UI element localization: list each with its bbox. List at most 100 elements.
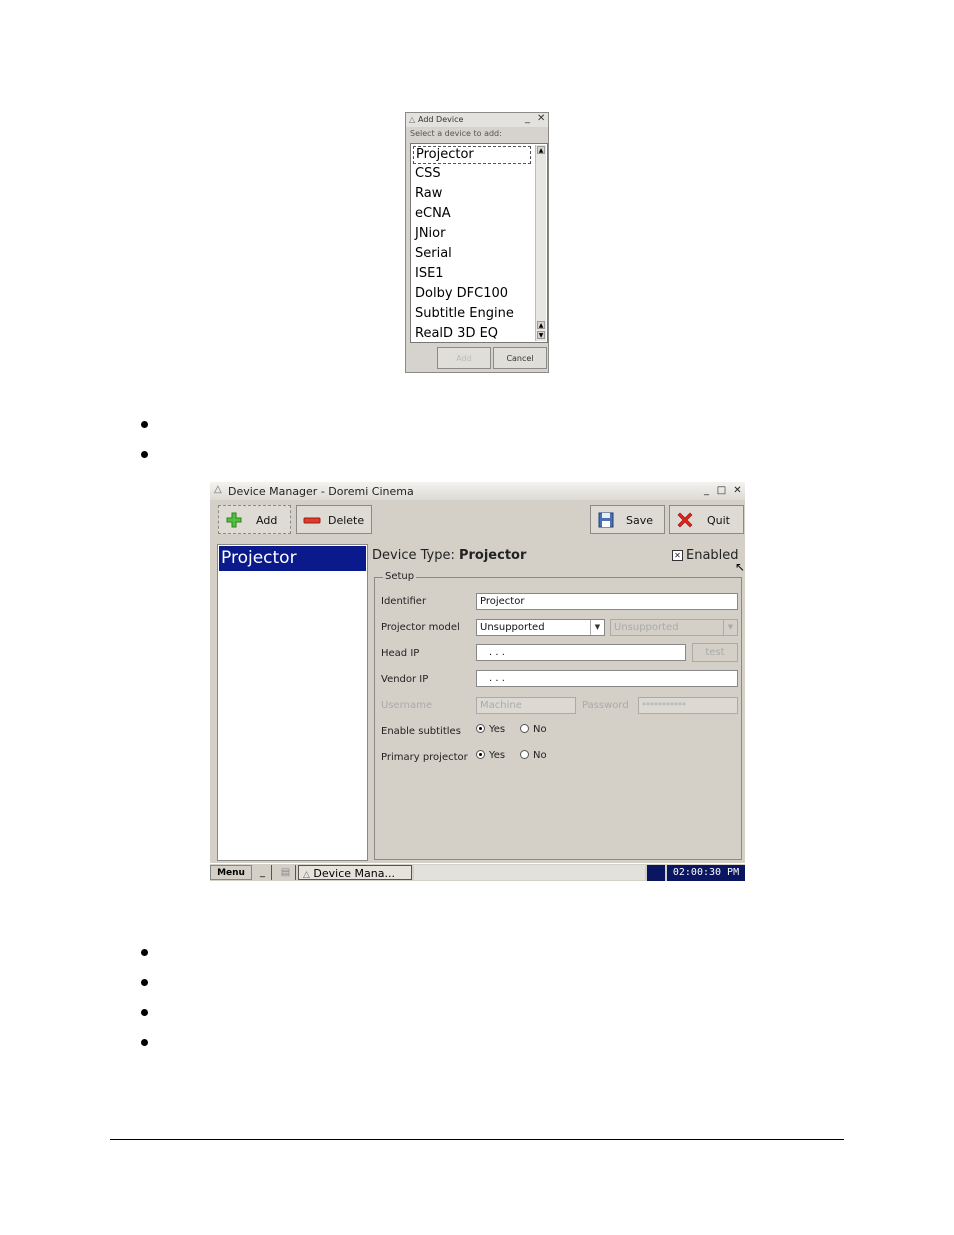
radio-unselected-icon bbox=[520, 724, 529, 733]
bullet bbox=[141, 451, 148, 458]
password-input[interactable]: *********** bbox=[638, 697, 738, 714]
projector-submodel-value: Unsupported bbox=[614, 622, 679, 633]
minus-icon bbox=[303, 517, 321, 524]
quit-button[interactable]: Quit bbox=[669, 505, 744, 534]
taskbar-item-label: Device Mana... bbox=[313, 867, 395, 880]
cancel-button[interactable]: Cancel bbox=[493, 347, 547, 369]
checkbox-checked-icon: ✕ bbox=[672, 550, 683, 561]
vendor-ip-input[interactable]: . . . bbox=[476, 670, 738, 687]
identifier-input[interactable]: Projector bbox=[476, 593, 738, 610]
bullet bbox=[141, 949, 148, 956]
head-ip-label: Head IP bbox=[381, 648, 420, 659]
add-button[interactable]: Add bbox=[437, 347, 491, 369]
primary-projector-label: Primary projector bbox=[381, 752, 468, 763]
yes-label: Yes bbox=[489, 750, 506, 761]
no-label: No bbox=[533, 724, 547, 735]
chevron-down-icon: ▼ bbox=[590, 620, 604, 635]
chevron-down-icon: ▼ bbox=[723, 620, 737, 635]
enabled-checkbox[interactable]: ✕ Enabled bbox=[672, 548, 739, 563]
device-details-panel: Device Type: Projector ✕ Enabled ↖ Setup … bbox=[372, 544, 746, 861]
mouse-cursor-icon: ↖ bbox=[735, 560, 746, 574]
radio-selected-icon bbox=[476, 750, 485, 759]
add-device-dialog: △ Add Device _ ✕ Select a device to add:… bbox=[405, 112, 549, 373]
yes-label: Yes bbox=[489, 724, 506, 735]
add-device-title: Add Device bbox=[418, 115, 464, 124]
list-item-subtitle-engine[interactable]: Subtitle Engine bbox=[415, 306, 514, 322]
app-icon: △ bbox=[214, 484, 222, 495]
list-item-ecna[interactable]: eCNA bbox=[415, 206, 451, 222]
close-icon[interactable]: ✕ bbox=[732, 485, 743, 496]
save-button-label: Save bbox=[626, 514, 654, 527]
radio-selected-icon bbox=[476, 724, 485, 733]
identifier-label: Identifier bbox=[381, 596, 427, 607]
device-manager-window: △ Device Manager - Doremi Cinema _ □ ✕ A… bbox=[210, 482, 746, 881]
head-ip-input[interactable]: . . . bbox=[476, 644, 686, 661]
enabled-label: Enabled bbox=[686, 548, 739, 563]
add-button[interactable]: Add bbox=[218, 505, 291, 534]
bullet bbox=[141, 979, 148, 986]
vendor-ip-label: Vendor IP bbox=[381, 674, 429, 685]
enable-subtitles-yes-radio[interactable]: Yes bbox=[476, 724, 505, 735]
taskbar: Menu _ ▤ △ Device Mana... 02:00:30 PM bbox=[210, 863, 745, 881]
projector-model-select[interactable]: Unsupported ▼ bbox=[476, 619, 605, 636]
username-input[interactable]: Machine bbox=[476, 697, 576, 714]
delete-button[interactable]: Delete bbox=[296, 505, 372, 534]
delete-button-label: Delete bbox=[328, 514, 365, 527]
radio-unselected-icon bbox=[520, 750, 529, 759]
taskbar-item-device-manager[interactable]: △ Device Mana... bbox=[298, 865, 412, 880]
system-tray bbox=[647, 865, 665, 881]
test-button[interactable]: test bbox=[692, 643, 738, 662]
username-label: Username bbox=[381, 700, 432, 711]
scroll-up-icon[interactable]: ▲ bbox=[537, 321, 545, 329]
password-label: Password bbox=[582, 700, 629, 711]
quit-button-label: Quit bbox=[707, 514, 730, 527]
list-item-raw[interactable]: Raw bbox=[415, 186, 442, 202]
setup-legend: Setup bbox=[383, 571, 417, 582]
list-item-ise1[interactable]: ISE1 bbox=[415, 266, 444, 282]
device-type-value: Projector bbox=[458, 548, 527, 563]
minimize-icon[interactable]: _ bbox=[701, 485, 712, 496]
primary-projector-no-radio[interactable]: No bbox=[520, 750, 547, 761]
menu-button[interactable]: Menu bbox=[210, 865, 252, 880]
floppy-disk-icon bbox=[598, 512, 614, 528]
device-list-item-projector[interactable]: Projector bbox=[219, 546, 366, 571]
footer-divider bbox=[110, 1139, 844, 1140]
no-label: No bbox=[533, 750, 547, 761]
device-type-list[interactable]: Projector CSS Raw eCNA JNior Serial ISE1… bbox=[410, 143, 548, 343]
list-item-css[interactable]: CSS bbox=[415, 166, 441, 182]
window-title: Device Manager - Doremi Cinema bbox=[228, 485, 414, 498]
minimize-icon[interactable]: _ bbox=[525, 113, 530, 124]
close-icon bbox=[677, 512, 693, 528]
app-icon: △ bbox=[303, 870, 310, 880]
scroll-up-icon[interactable]: ▲ bbox=[537, 146, 545, 154]
maximize-icon[interactable]: □ bbox=[716, 485, 727, 496]
device-list[interactable]: Projector bbox=[217, 544, 368, 861]
plus-icon bbox=[226, 512, 242, 528]
device-manager-titlebar[interactable]: △ Device Manager - Doremi Cinema _ □ ✕ bbox=[210, 482, 745, 500]
projector-submodel-select[interactable]: Unsupported ▼ bbox=[610, 619, 738, 636]
list-item-projector[interactable]: Projector bbox=[413, 146, 531, 164]
bullet bbox=[141, 421, 148, 428]
show-desktop-button[interactable]: _ bbox=[254, 865, 272, 880]
enable-subtitles-label: Enable subtitles bbox=[381, 726, 461, 737]
primary-projector-yes-radio[interactable]: Yes bbox=[476, 750, 505, 761]
list-item-jnior[interactable]: JNior bbox=[415, 226, 445, 242]
add-device-prompt: Select a device to add: bbox=[410, 129, 502, 138]
enable-subtitles-no-radio[interactable]: No bbox=[520, 724, 547, 735]
list-item-reald-3d-eq[interactable]: RealD 3D EQ bbox=[415, 326, 498, 342]
list-item-serial[interactable]: Serial bbox=[415, 246, 452, 262]
clock: 02:00:30 PM bbox=[667, 865, 745, 881]
list-item-dolby-dfc100[interactable]: Dolby DFC100 bbox=[415, 286, 508, 302]
app-icon: △ bbox=[409, 115, 416, 124]
add-button-label: Add bbox=[256, 514, 278, 527]
device-type-label: Device Type: bbox=[372, 548, 455, 563]
window-list-icon[interactable]: ▤ bbox=[276, 865, 296, 880]
bullet bbox=[141, 1039, 148, 1046]
setup-group: Setup Identifier Projector Projector mod… bbox=[374, 571, 742, 860]
scroll-down-icon[interactable]: ▼ bbox=[537, 331, 545, 339]
add-device-titlebar[interactable]: △ Add Device _ ✕ bbox=[406, 113, 548, 127]
save-button[interactable]: Save bbox=[590, 505, 665, 534]
taskbar-empty-area bbox=[414, 865, 645, 880]
close-icon[interactable]: ✕ bbox=[537, 113, 545, 124]
list-scrollbar[interactable]: ▲ ▲ ▼ bbox=[535, 145, 546, 341]
